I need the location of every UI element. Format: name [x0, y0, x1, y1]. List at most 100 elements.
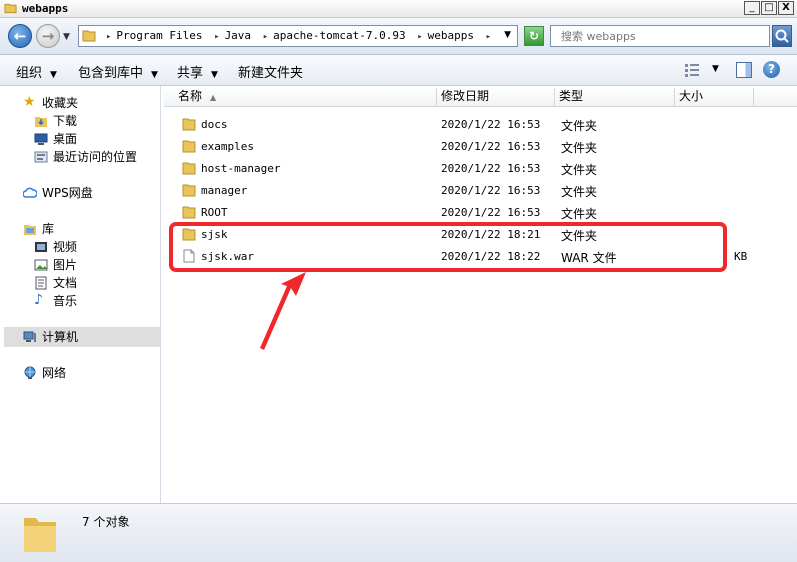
music-note-icon: ♪: [34, 292, 43, 308]
file-type: 文件夹: [561, 207, 598, 221]
file-date: 2020/1/22 16:53: [441, 118, 541, 131]
include-in-library-label: 包含到库中: [78, 66, 144, 81]
chevron-right-icon[interactable]: ▸: [417, 32, 422, 42]
folder-icon: [182, 206, 196, 219]
share-button[interactable]: 共享 ▼: [177, 62, 218, 81]
file-date: 2020/1/22 16:53: [441, 184, 541, 197]
cloud-icon: [23, 187, 37, 198]
download-folder-icon: [35, 117, 47, 127]
refresh-icon: ↻: [528, 29, 540, 43]
folder-icon: [182, 184, 196, 197]
nav-label: 文档: [53, 276, 78, 290]
file-row-docs[interactable]: docs 2020/1/22 16:53 文件夹: [164, 113, 797, 135]
address-bar: ← → ▼ ▸ Program Files ▸ Java ▸ apache-tomca…: [0, 18, 797, 55]
file-type: 文件夹: [561, 119, 598, 133]
nav-label: 视频: [53, 240, 78, 254]
video-icon: [35, 242, 47, 252]
address-field[interactable]: ▸ Program Files ▸ Java ▸ apache-tomcat-7.0.…: [78, 25, 518, 47]
chevron-right-icon[interactable]: ▸: [263, 32, 268, 42]
address-dropdown-icon[interactable]: ▼: [504, 30, 511, 40]
file-date: 2020/1/22 16:53: [441, 162, 541, 175]
organize-button[interactable]: 组织 ▼: [16, 62, 57, 81]
highlight-box-annotation: [169, 222, 727, 272]
file-date: 2020/1/22 16:53: [441, 206, 541, 219]
network-icon: [24, 366, 36, 379]
recent-places-icon: [34, 151, 48, 163]
minimize-button[interactable]: _: [744, 1, 760, 15]
breadcrumb-tomcat[interactable]: apache-tomcat-7.0.93: [273, 29, 405, 42]
chevron-right-icon[interactable]: ▸: [106, 32, 111, 42]
file-row-root[interactable]: ROOT 2020/1/22 16:53 文件夹: [164, 201, 797, 223]
folder-icon: [182, 118, 196, 131]
chevron-down-icon: ▼: [151, 70, 158, 80]
sort-up-icon: ▲: [210, 93, 217, 102]
column-header-name[interactable]: 名称 ▲: [174, 88, 437, 106]
new-folder-button[interactable]: 新建文件夹: [238, 62, 303, 81]
view-dropdown-icon[interactable]: ▼: [712, 64, 719, 74]
column-header-modified[interactable]: 修改日期: [437, 88, 555, 106]
nav-label: 桌面: [53, 132, 78, 146]
breadcrumb-java[interactable]: Java: [225, 29, 252, 42]
forward-button[interactable]: →: [36, 24, 60, 48]
nav-label: 图片: [53, 258, 78, 272]
file-type: 文件夹: [561, 185, 598, 199]
annotation-arrow-icon: [260, 272, 306, 350]
maximize-button[interactable]: □: [761, 1, 777, 15]
folder-icon: [24, 518, 56, 552]
back-button[interactable]: ←: [8, 24, 32, 48]
file-row-host-manager[interactable]: host-manager 2020/1/22 16:53 文件夹: [164, 157, 797, 179]
nav-label: 库: [42, 222, 55, 236]
column-header-size[interactable]: 大小: [675, 88, 754, 106]
command-bar: 组织 ▼ 包含到库中 ▼ 共享 ▼ 新建文件夹 ▼ ?: [0, 55, 797, 86]
share-label: 共享: [177, 66, 204, 81]
nav-label: 收藏夹: [42, 96, 79, 110]
nav-label: 计算机: [42, 330, 79, 344]
file-name: docs: [201, 118, 228, 131]
nav-label: WPS网盘: [42, 186, 93, 200]
file-type: 文件夹: [561, 141, 598, 155]
file-row-manager[interactable]: manager 2020/1/22 16:53 文件夹: [164, 179, 797, 201]
breadcrumb: ▸ Program Files ▸ Java ▸ apache-tomcat-7.0.…: [101, 29, 496, 42]
file-row-examples[interactable]: examples 2020/1/22 16:53 文件夹: [164, 135, 797, 157]
file-name: ROOT: [201, 206, 228, 219]
nav-label: 网络: [42, 366, 67, 380]
file-type: 文件夹: [561, 163, 598, 177]
title-bar: webapps _ □ X: [0, 0, 797, 18]
chevron-down-icon: ▼: [211, 70, 218, 80]
file-name: manager: [201, 184, 248, 197]
nav-label: 最近访问的位置: [53, 150, 138, 164]
help-icon[interactable]: ?: [763, 61, 780, 78]
search-input[interactable]: [551, 26, 761, 46]
picture-icon: [34, 259, 48, 271]
computer-icon: [23, 331, 36, 342]
folder-icon: [82, 30, 96, 42]
star-icon: ★: [23, 94, 36, 110]
library-icon: [24, 225, 36, 235]
details-pane: 7 个对象: [0, 503, 797, 562]
file-name: examples: [201, 140, 254, 153]
arrow-right-icon: →: [41, 27, 55, 45]
folder-icon: [182, 140, 196, 153]
nav-label: 音乐: [53, 294, 78, 308]
preview-pane-icon[interactable]: [736, 62, 752, 78]
column-name-label: 名称: [178, 89, 203, 103]
view-options-icon[interactable]: [684, 63, 700, 77]
history-dropdown-icon[interactable]: ▼: [63, 32, 70, 42]
search-button[interactable]: [772, 25, 792, 47]
chevron-right-icon[interactable]: ▸: [486, 32, 491, 42]
breadcrumb-program-files[interactable]: Program Files: [116, 29, 202, 42]
chevron-down-icon: ▼: [50, 70, 57, 80]
include-in-library-button[interactable]: 包含到库中 ▼: [78, 62, 158, 81]
window-title: webapps: [22, 2, 69, 15]
refresh-button[interactable]: ↻: [524, 26, 544, 46]
column-headers: 名称 ▲ 修改日期 类型 大小: [164, 86, 797, 107]
file-date: 2020/1/22 16:53: [441, 140, 541, 153]
chevron-right-icon[interactable]: ▸: [214, 32, 219, 42]
organize-label: 组织: [16, 66, 43, 81]
file-name: host-manager: [201, 162, 281, 175]
column-header-type[interactable]: 类型: [555, 88, 675, 106]
search-field[interactable]: [550, 25, 770, 47]
close-button[interactable]: X: [778, 1, 794, 15]
breadcrumb-webapps[interactable]: webapps: [428, 29, 474, 42]
document-icon: [35, 276, 47, 290]
